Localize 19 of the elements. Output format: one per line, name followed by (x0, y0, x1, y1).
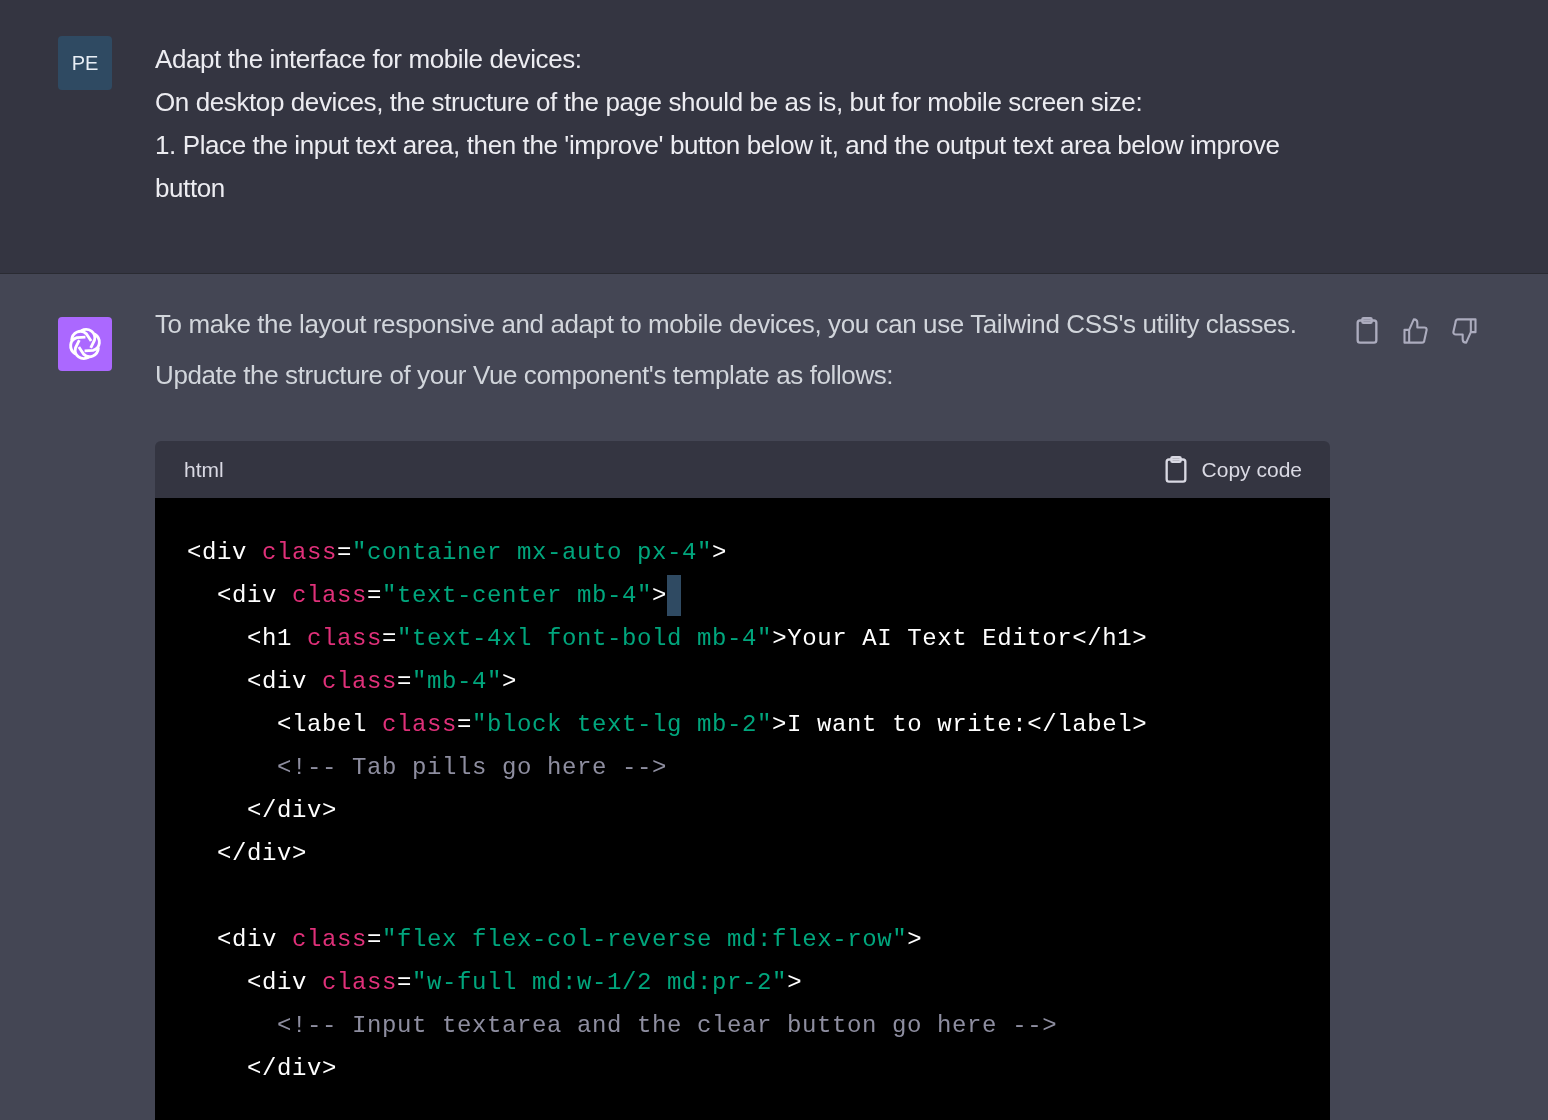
code-line: <label class="block text-lg mb-2">I want to write:</label> (276, 710, 1148, 740)
code-language: html (184, 457, 224, 482)
code-line: <div class="container mx-auto px-4"> (187, 538, 728, 568)
code-line: <div class="mb-4"> (246, 667, 518, 697)
message-text: Adapt the interface for mobile devices: (155, 43, 583, 76)
user-avatar: PE (58, 36, 112, 90)
code-line: <div class="w-full md:w-1/2 md:pr-2"> (246, 968, 803, 998)
code-line: <!-- Input textarea and the clear button go here --> (276, 1011, 1058, 1041)
response-text: To make the layout responsive and adapt to mobile devices, you can use Tailwind CSS's utility classes. Update the structure of your Vue component's template as follows: (155, 308, 1298, 392)
code-line: </div> (246, 1054, 338, 1084)
code-line: <h1 class="text-4xl font-bold mb-4">Your AI Text Editor</h1> (246, 624, 1148, 654)
code-line: </div> (246, 796, 338, 826)
code-line: <!-- Tab pills go here --> (276, 753, 668, 783)
code-line: <div class="flex flex-col-reverse md:flex-row"> (216, 925, 923, 955)
message-text: On desktop devices, the structure of the page should be as is, but for mobile screen size: (155, 86, 1144, 119)
message-text: 1. Place the input text area, then the 'improve' button below it, and the output text area below improve button (155, 129, 1281, 205)
code-line: <div class="text-center mb-4"> (216, 581, 668, 611)
copy-code-button[interactable]: Copy code (1163, 455, 1302, 484)
code-line: </div> (216, 839, 308, 869)
